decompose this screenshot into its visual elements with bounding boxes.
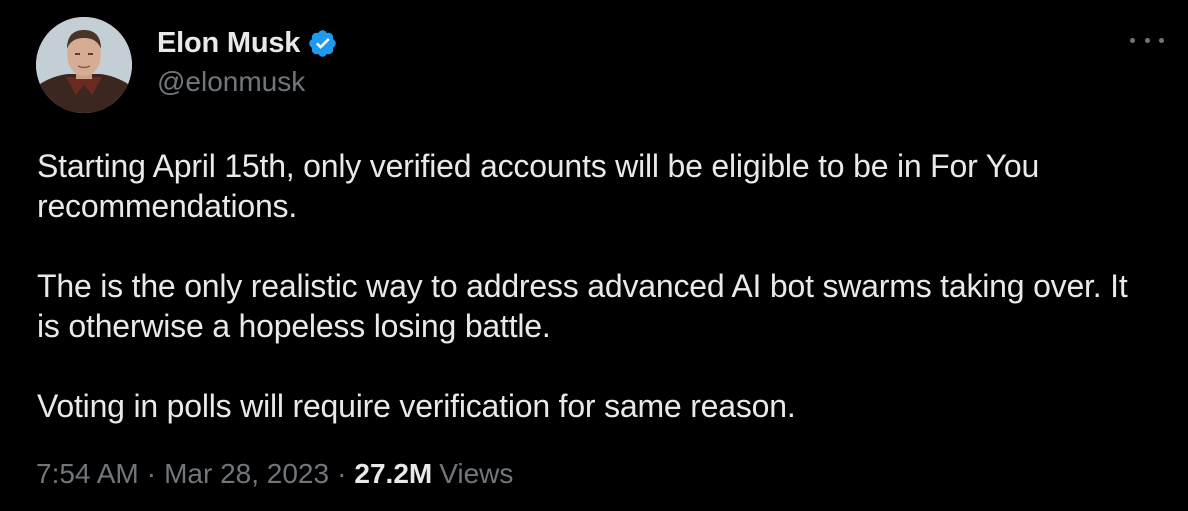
tweet-meta: 7:54 AM · Mar 28, 2023 · 27.2M Views bbox=[36, 458, 513, 490]
tweet-date[interactable]: Mar 28, 2023 bbox=[164, 458, 329, 490]
more-options-icon[interactable] bbox=[1130, 33, 1164, 47]
tweet-card: Elon Musk @elonmusk Starting April 15th,… bbox=[0, 0, 1188, 511]
more-dot bbox=[1144, 37, 1150, 43]
author-block: Elon Musk @elonmusk bbox=[157, 24, 338, 98]
meta-separator: · bbox=[146, 458, 157, 489]
avatar[interactable] bbox=[36, 17, 132, 113]
views-label[interactable]: Views bbox=[439, 458, 513, 490]
author-name-row: Elon Musk bbox=[157, 24, 338, 62]
more-dot bbox=[1130, 37, 1135, 43]
tweet-paragraph: The is the only realistic way to address… bbox=[37, 268, 1128, 344]
tweet-paragraph: Starting April 15th, only verified accou… bbox=[37, 148, 1040, 224]
verified-badge-icon[interactable] bbox=[307, 28, 338, 59]
author-name[interactable]: Elon Musk bbox=[157, 27, 300, 60]
more-dot bbox=[1159, 37, 1164, 43]
avatar-photo bbox=[36, 17, 132, 113]
tweet-text: Starting April 15th, only verified accou… bbox=[37, 146, 1157, 426]
author-handle[interactable]: @elonmusk bbox=[157, 66, 338, 98]
meta-separator: · bbox=[337, 458, 347, 489]
tweet-time[interactable]: 7:54 AM bbox=[36, 458, 139, 490]
views-count[interactable]: 27.2M bbox=[354, 458, 432, 490]
tweet-paragraph: Voting in polls will require verificatio… bbox=[37, 388, 796, 424]
